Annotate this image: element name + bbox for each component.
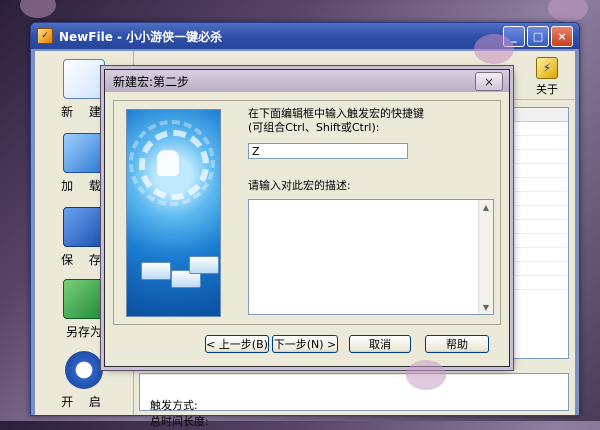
description-scrollbar[interactable]: ▲ ▼	[478, 200, 493, 314]
open-folder-icon	[63, 133, 105, 173]
shortcut-input[interactable]: Z	[248, 143, 408, 159]
scroll-up-icon[interactable]: ▲	[479, 200, 493, 214]
new-macro-dialog: 新建宏:第二步 × 在下面编辑框中输入触发宏的快捷键(可组合Ctrl、Shift…	[104, 69, 510, 367]
dialog-close-button[interactable]: ×	[475, 72, 503, 91]
about-button[interactable]: ⚡ 关于	[529, 57, 565, 97]
scroll-down-icon[interactable]: ▼	[479, 300, 493, 314]
help-button[interactable]: 帮助	[425, 335, 489, 353]
shortcut-prompt: 在下面编辑框中输入触发宏的快捷键(可组合Ctrl、Shift或Ctrl):	[248, 107, 424, 134]
macro-info-panel: 触发方式: 总时间长度:	[139, 373, 569, 428]
hand-cursor-icon	[157, 150, 179, 176]
maximize-button[interactable]: □	[527, 26, 549, 47]
desktop-rose-window	[474, 34, 514, 64]
lightning-icon: ⚡	[536, 57, 558, 79]
floppy-saveas-icon	[63, 279, 105, 319]
play-icon	[65, 351, 103, 389]
app-icon: ✓	[37, 28, 53, 44]
toolbar-start-label: 开 启	[61, 395, 107, 409]
window-title: NewFile - 小小游侠一键必杀	[59, 29, 223, 44]
dialog-titlebar[interactable]: 新建宏:第二步	[105, 70, 509, 92]
description-textarea[interactable]: ▲ ▼	[248, 199, 494, 315]
description-prompt: 请输入对此宏的描述:	[248, 179, 351, 192]
wizard-illustration	[126, 109, 221, 317]
cancel-button[interactable]: 取消	[349, 335, 411, 353]
desktop-rose-top-right	[548, 0, 588, 22]
floppy-save-icon	[63, 207, 105, 247]
desktop-rose-dialog	[406, 360, 446, 390]
next-button[interactable]: 下一步(N) >	[272, 335, 338, 353]
new-file-icon	[63, 59, 105, 99]
keycap-decoration	[141, 262, 171, 280]
duration-label: 总时间长度:	[150, 415, 209, 428]
desktop-rose-top-left	[20, 0, 56, 18]
prev-button[interactable]: < 上一步(B)	[205, 335, 269, 353]
dialog-title: 新建宏:第二步	[113, 74, 190, 89]
close-button[interactable]: ×	[551, 26, 573, 47]
keycap-decoration	[189, 256, 219, 274]
about-label: 关于	[536, 83, 558, 96]
trigger-label: 触发方式:	[150, 399, 198, 412]
dialog-button-row: < 上一步(B) 下一步(N) > 取消 帮助	[105, 335, 509, 355]
dialog-content: 在下面编辑框中输入触发宏的快捷键(可组合Ctrl、Shift或Ctrl): Z …	[113, 100, 501, 325]
